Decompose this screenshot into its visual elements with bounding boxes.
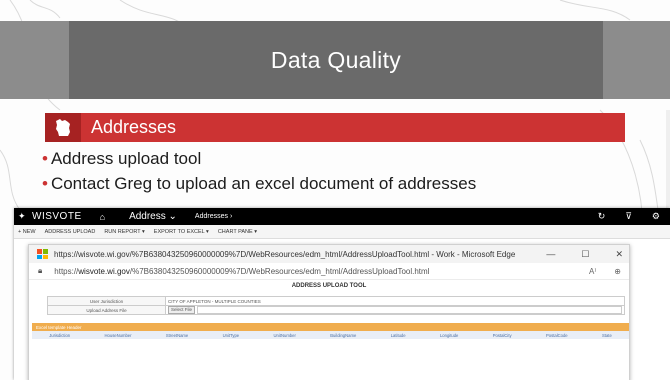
area-selector[interactable]: Address ⌄ (129, 211, 177, 222)
chart-pane-button[interactable]: CHART PANE ▾ (218, 229, 257, 235)
form-row: User Jurisdiction CITY OF APPLETON - MUL… (47, 296, 625, 305)
run-report-button[interactable]: RUN REPORT ▾ (104, 229, 144, 235)
export-excel-button[interactable]: EXPORT TO EXCEL ▾ (154, 229, 209, 235)
url-path: /%7B638043250960000009%7D/WebResources/e… (129, 266, 430, 276)
title-band: Data Quality (0, 21, 670, 99)
wisconsin-state-icon (45, 113, 81, 142)
column-header: StreetName (165, 332, 189, 338)
browser-window-title: https://wisvote.wi.gov/%7B63804325096000… (54, 249, 516, 259)
new-button[interactable]: + NEW (18, 229, 36, 235)
slide: Data Quality Addresses • Address upload … (0, 0, 670, 380)
bullet-dot-icon: • (42, 149, 48, 168)
column-header: HouseNumber (104, 332, 132, 338)
app-logo-icon: ✦ (18, 211, 26, 221)
upload-field: Select File (166, 306, 624, 314)
minimize-icon[interactable]: — (546, 249, 555, 259)
template-columns: Jurisdiction HouseNumber StreetName Unit… (32, 331, 629, 339)
wisvote-app-screenshot: ✦ WISVOTE ⌂ Address ⌄ Addresses › ↻ ⊽ ⚙ … (14, 208, 670, 380)
form-row: Upload Address File Select File (47, 305, 625, 315)
history-icon[interactable]: ↻ (598, 211, 606, 222)
zoom-icon[interactable]: ⊕ (614, 267, 621, 276)
window-controls: — ☐ ✕ (546, 245, 623, 263)
read-aloud-icon[interactable]: A⁾ (589, 267, 596, 276)
address-upload-button[interactable]: ADDRESS UPLOAD (45, 229, 96, 235)
select-file-button[interactable]: Select File (168, 306, 196, 314)
url-text: https://wisvote.wi.gov/%7B63804325096000… (54, 267, 429, 276)
bullet-text: Contact Greg to upload an excel document… (50, 174, 477, 193)
url-host: wisvote.wi.gov (78, 266, 130, 276)
column-header: Latitude (390, 332, 406, 338)
edge-browser-window: https://wisvote.wi.gov/%7B63804325096000… (28, 244, 630, 380)
browser-address-bar[interactable]: 🔒︎ https://wisvote.wi.gov/%7B63804325096… (29, 263, 629, 280)
filter-icon[interactable]: ⊽ (625, 211, 632, 222)
upload-address-file-label: Upload Address File (48, 306, 166, 314)
title-box: Data Quality (69, 21, 603, 99)
maximize-icon[interactable]: ☐ (581, 249, 589, 260)
app-top-nav: ✦ WISVOTE ⌂ Address ⌄ Addresses › ↻ ⊽ ⚙ (14, 208, 670, 225)
column-header: Longitude (439, 332, 459, 338)
column-header: BuildingName (330, 332, 357, 338)
user-jurisdiction-value: CITY OF APPLETON - MULTIPLE COUNTIES (168, 298, 261, 304)
microsoft-logo-icon (37, 249, 49, 259)
close-icon[interactable]: ✕ (615, 249, 623, 260)
bullet-dot-icon: • (42, 174, 48, 193)
lock-icon[interactable]: 🔒︎ (38, 266, 42, 276)
column-header: UnitNumber (273, 332, 296, 338)
area-label: Address (129, 211, 166, 222)
column-header: Jurisdiction (49, 332, 71, 338)
bullet-list: • Address upload tool • Contact Greg to … (42, 146, 628, 196)
upload-form: User Jurisdiction CITY OF APPLETON - MUL… (47, 296, 625, 315)
tool-title: ADDRESS UPLOAD TOOL (291, 283, 367, 289)
section-label: Addresses (91, 117, 177, 137)
section-header-bar: Addresses (45, 113, 625, 142)
bullet-text: Address upload tool (50, 149, 202, 168)
bullet-item: • Address upload tool (42, 146, 628, 171)
app-brand[interactable]: WISVOTE (32, 211, 82, 222)
command-bar: + NEW ADDRESS UPLOAD RUN REPORT ▾ EXPORT… (14, 225, 670, 239)
breadcrumb[interactable]: Addresses › (195, 213, 232, 220)
bullet-item: • Contact Greg to upload an excel docume… (42, 171, 628, 196)
slide-title: Data Quality (270, 46, 402, 73)
file-path-input[interactable] (197, 306, 622, 314)
column-header: PostalCity (492, 332, 512, 338)
column-header: UnitType (222, 332, 240, 338)
nav-right-icons: ↻ ⊽ ⚙ (598, 208, 660, 225)
column-header: State (602, 332, 612, 338)
excel-template-header-bar: Excel template Header (32, 323, 629, 331)
chevron-down-icon: ⌄ (168, 211, 177, 222)
browser-titlebar: https://wisvote.wi.gov/%7B63804325096000… (29, 245, 629, 263)
column-header: PostalCode (545, 332, 568, 338)
settings-icon[interactable]: ⚙ (652, 211, 660, 222)
home-icon[interactable]: ⌂ (100, 212, 105, 222)
url-prefix: https:// (54, 266, 79, 276)
address-bar-icons: A⁾ ⊕ (589, 263, 621, 279)
user-jurisdiction-label: User Jurisdiction (48, 297, 166, 305)
